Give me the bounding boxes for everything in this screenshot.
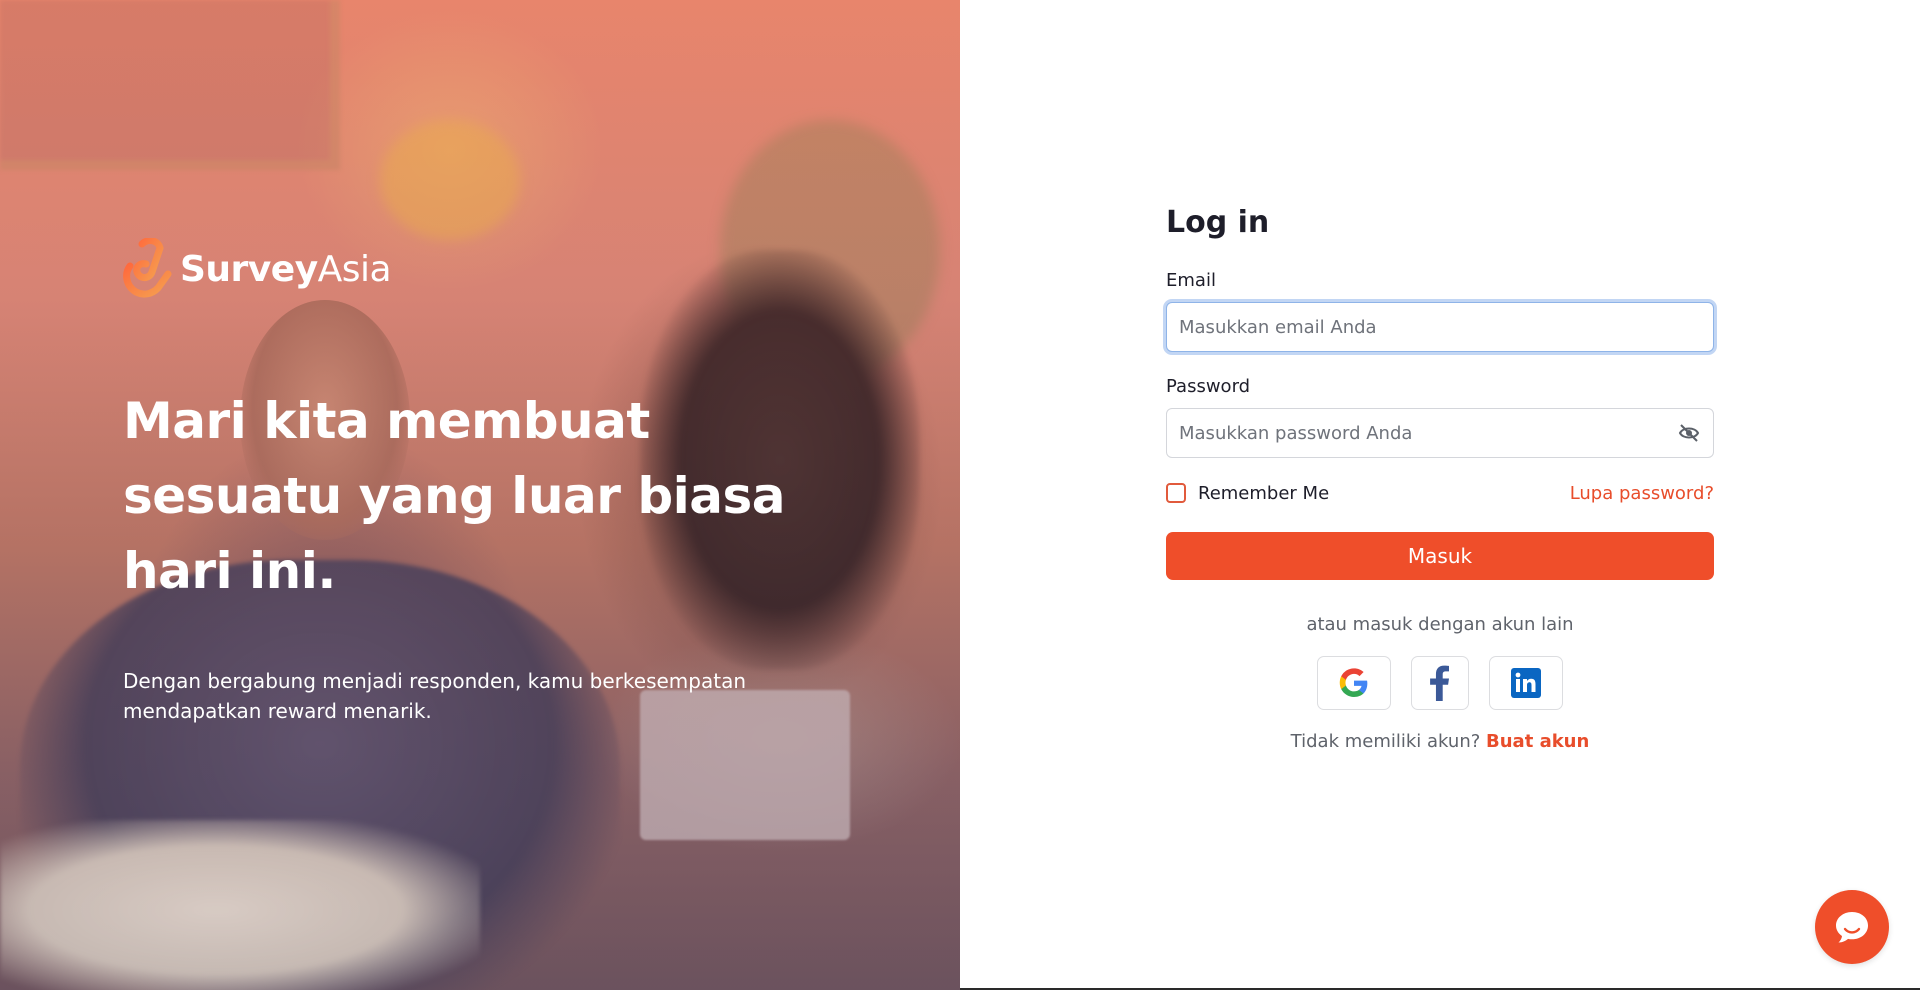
signup-prompt: Tidak memiliki akun? xyxy=(1290,731,1481,752)
brand-logo: SurveyAsia xyxy=(122,238,392,300)
eye-off-icon[interactable] xyxy=(1676,421,1702,445)
remember-me-checkbox[interactable] xyxy=(1166,483,1186,503)
chat-launcher-button[interactable] xyxy=(1815,890,1889,964)
hero-subtitle: Dengan bergabung menjadi responden, kamu… xyxy=(123,669,747,723)
login-heading: Log in xyxy=(1166,205,1270,240)
alt-login-text: atau masuk dengan akun lain xyxy=(1306,614,1574,635)
linkedin-icon xyxy=(1511,668,1541,698)
hero-title: Mari kita membuat sesuatu yang luar bias… xyxy=(123,392,786,600)
google-login-button[interactable] xyxy=(1317,656,1391,710)
google-icon xyxy=(1339,668,1368,697)
chat-bubble-icon xyxy=(1836,912,1868,943)
password-field-wrap xyxy=(1166,408,1714,458)
forgot-password-link[interactable]: Lupa password? xyxy=(1570,483,1714,504)
brand-name: SurveyAsia xyxy=(180,248,392,290)
password-label: Password xyxy=(1166,376,1251,397)
facebook-login-button[interactable] xyxy=(1411,656,1469,710)
signup-row: Tidak memiliki akun? Buat akun xyxy=(1166,728,1714,756)
surveyasia-logo-icon xyxy=(123,238,172,298)
login-submit-button[interactable]: Masuk xyxy=(1166,532,1714,580)
signup-link[interactable]: Buat akun xyxy=(1486,731,1589,752)
facebook-icon xyxy=(1430,665,1449,701)
remember-me-label: Remember Me xyxy=(1198,482,1330,504)
remember-forgot-row: Remember Me Lupa password? xyxy=(1166,480,1714,506)
email-field-wrap xyxy=(1166,302,1714,352)
remember-me[interactable]: Remember Me xyxy=(1166,483,1329,504)
social-login-row xyxy=(1166,656,1714,710)
password-input[interactable] xyxy=(1166,408,1714,458)
email-label: Email xyxy=(1166,270,1216,291)
linkedin-login-button[interactable] xyxy=(1489,656,1563,710)
email-input[interactable] xyxy=(1166,302,1714,352)
login-form: Log in Email Password Remember Me Lupa p… xyxy=(1166,200,1714,756)
hero-panel: SurveyAsia Mari kita membuat sesuatu yan… xyxy=(0,0,960,990)
